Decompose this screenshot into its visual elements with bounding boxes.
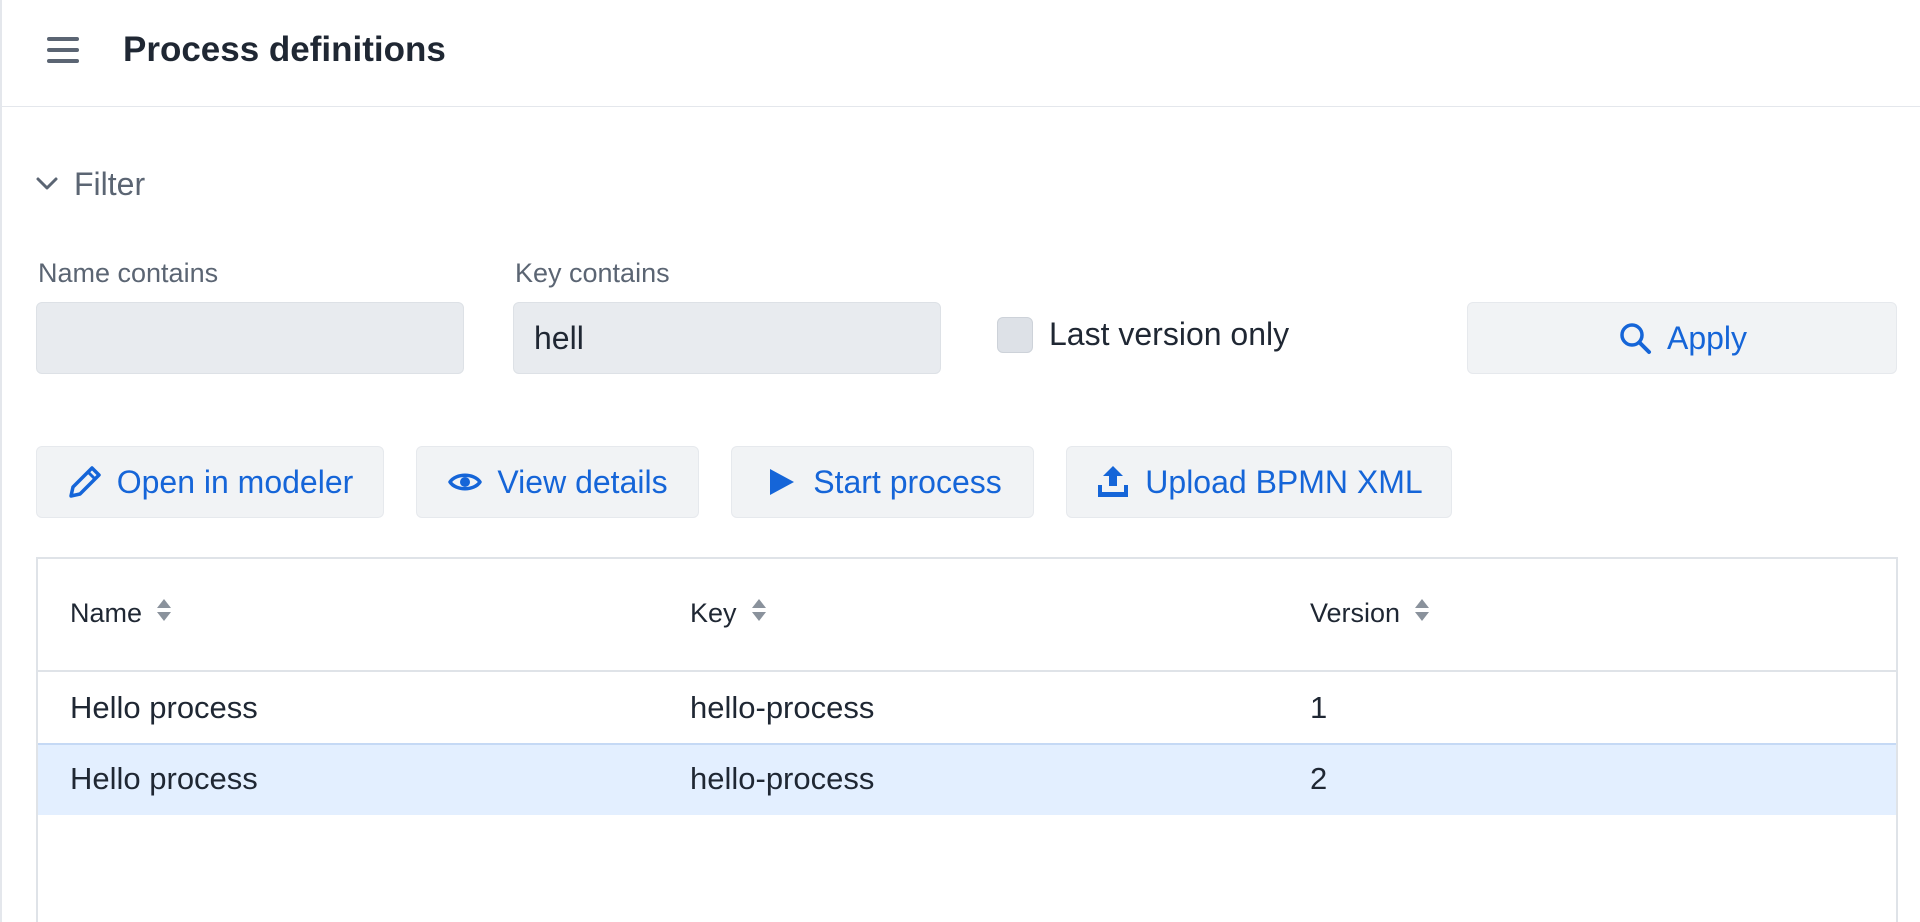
cell-key: hello-process [690,690,875,725]
last-version-only-option[interactable]: Last version only [997,316,1289,353]
table-row-selected[interactable]: Hello process hello-process 2 [38,743,1896,815]
table-header: Name Key Version [38,559,1896,672]
cell-version: 2 [1310,761,1328,796]
cell-name: Hello process [70,690,258,725]
column-header-version-label: Version [1310,598,1401,628]
column-header-version[interactable]: Version [1310,597,1430,630]
column-header-key[interactable]: Key [690,597,767,630]
hamburger-menu-icon[interactable] [44,32,80,68]
start-process-label: Start process [813,463,1002,500]
open-in-modeler-label: Open in modeler [116,463,354,500]
key-filter-input[interactable] [513,302,941,374]
cell-key: hello-process [690,761,875,796]
app-window: Process definitions Filter Name contains… [0,0,1920,922]
upload-icon [1095,464,1131,500]
view-details-button[interactable]: View details [416,446,699,518]
cell-version: 1 [1310,690,1328,725]
name-filter-label: Name contains [38,258,219,288]
filter-toggle-label: Filter [74,165,146,202]
sort-icon [751,597,767,630]
upload-bpmn-xml-button[interactable]: Upload BPMN XML [1066,446,1452,518]
view-details-label: View details [497,463,668,500]
last-version-only-checkbox[interactable] [997,316,1033,353]
chevron-down-icon [34,171,60,197]
table-row[interactable]: Hello process hello-process 1 [38,672,1896,744]
top-bar: Process definitions [2,0,1920,107]
pencil-icon [67,464,103,500]
sort-icon [156,597,172,630]
upload-bpmn-xml-label: Upload BPMN XML [1145,463,1423,500]
start-process-button[interactable]: Start process [731,446,1034,518]
apply-button[interactable]: Apply [1467,302,1897,374]
last-version-only-label: Last version only [1049,316,1290,352]
page-title: Process definitions [123,30,446,69]
name-filter-input[interactable] [36,302,464,374]
cell-name: Hello process [70,761,258,796]
column-header-name-label: Name [70,598,143,628]
open-in-modeler-button[interactable]: Open in modeler [36,446,384,518]
filter-toggle[interactable]: Filter [34,162,145,206]
play-icon [763,464,799,500]
apply-button-label: Apply [1666,319,1748,356]
search-icon [1617,320,1653,356]
column-header-name[interactable]: Name [70,597,172,630]
key-filter-label: Key contains [515,258,670,288]
sort-icon [1414,597,1430,630]
eye-icon [447,464,483,500]
column-header-key-label: Key [690,598,737,628]
process-definitions-table: Name Key Version Hello process hello-pro… [36,557,1898,922]
